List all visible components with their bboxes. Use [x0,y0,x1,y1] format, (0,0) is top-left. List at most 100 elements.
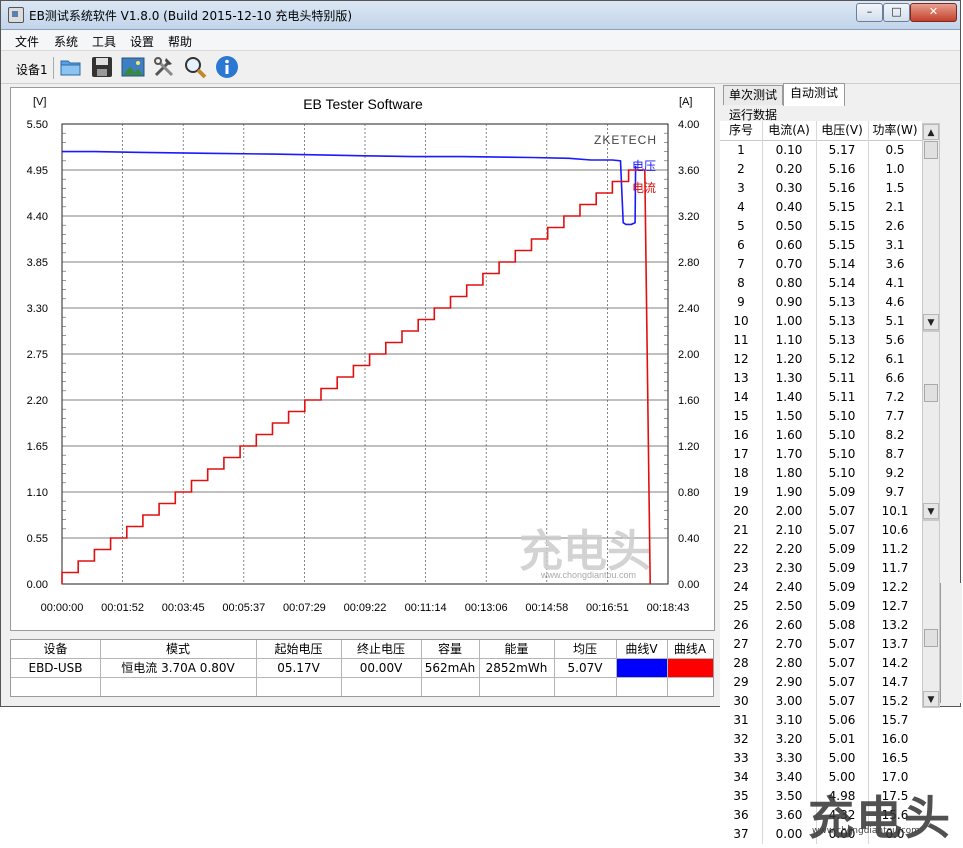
menu-system[interactable]: 系统 [54,33,78,50]
row-power: 16.0 [881,732,909,746]
table-row[interactable]: 17 1.70 5.10 8.7 [720,445,922,464]
chart-title: EB Tester Software [303,96,423,112]
row-voltage: 5.09 [828,542,856,556]
scroll-down-icon[interactable]: ▼ [923,314,939,330]
summary-value: 2852mWh [485,661,548,675]
tools-icon[interactable] [152,55,176,79]
table-row[interactable]: 22 2.20 5.09 11.2 [720,540,922,559]
save-icon[interactable] [90,55,114,79]
table-row[interactable]: 3 0.30 5.16 1.5 [720,179,922,198]
scroll-thumb[interactable] [924,384,938,402]
table-row[interactable]: 11 1.10 5.13 5.6 [720,331,922,350]
curve-a-swatch[interactable] [668,659,713,677]
close-button[interactable]: ✕ [910,3,957,22]
menu-help[interactable]: 帮助 [168,33,192,50]
chart-panel: 5.50 4.95 4.40 3.85 3.30 2.75 2.20 1.65 1.10 0.55… [10,87,715,631]
table-row[interactable]: 13 1.30 5.11 6.6 [720,369,922,388]
table-row[interactable]: 9 0.90 5.13 4.6 [720,293,922,312]
restore-button[interactable]: □ [883,3,910,22]
scroll-thumb[interactable] [924,629,938,647]
tab-auto-test[interactable]: 自动测试 [783,83,845,106]
table-row[interactable]: 16 1.60 5.10 8.2 [720,426,922,445]
col-power[interactable]: 功率(W) [868,121,922,140]
table-row[interactable]: 25 2.50 5.09 12.7 [720,597,922,616]
table-row[interactable]: 23 2.30 5.09 11.7 [720,559,922,578]
scroll-up-icon[interactable]: ▲ [923,124,939,140]
table-row[interactable]: 29 2.90 5.07 14.7 [720,673,922,692]
row-power: 0.5 [885,143,905,157]
row-power: 4.6 [885,295,905,309]
scrollbar-1[interactable]: ▲ ▼ [922,123,940,331]
menu-settings[interactable]: 设置 [130,33,154,50]
table-row[interactable]: 1 0.10 5.17 0.5 [720,141,922,160]
table-row[interactable]: 19 1.90 5.09 9.7 [720,483,922,502]
row-index: 9 [737,295,745,309]
curve-v-swatch[interactable] [617,659,667,677]
table-row[interactable]: 15 1.50 5.10 7.7 [720,407,922,426]
search-icon[interactable] [183,55,207,79]
table-row[interactable]: 27 2.70 5.07 13.7 [720,635,922,654]
table-row[interactable]: 4 0.40 5.15 2.1 [720,198,922,217]
y-left-tick-label: 4.40 [27,211,48,223]
scrollbar-2[interactable]: ▼ [922,331,940,520]
row-voltage: 5.09 [828,485,856,499]
row-power: 10.1 [881,504,909,518]
scrollbar-3[interactable]: ▼ [922,520,940,708]
table-row[interactable]: 5 0.50 5.15 2.6 [720,217,922,236]
table-row[interactable]: 10 1.00 5.13 5.1 [720,312,922,331]
row-index: 23 [733,561,749,575]
row-power: 9.7 [885,485,905,499]
table-row[interactable]: 7 0.70 5.14 3.6 [720,255,922,274]
row-index: 16 [733,428,749,442]
table-row[interactable]: 20 2.00 5.07 10.1 [720,502,922,521]
info-icon[interactable] [215,55,239,79]
table-row[interactable]: 32 3.20 5.01 16.0 [720,730,922,749]
row-voltage: 5.07 [828,656,856,670]
menu-file[interactable]: 文件 [15,33,39,50]
table-row[interactable]: 24 2.40 5.09 12.2 [720,578,922,597]
row-voltage: 5.10 [828,428,856,442]
row-current: 1.50 [775,409,803,423]
table-row[interactable]: 21 2.10 5.07 10.6 [720,521,922,540]
app-icon [8,7,24,23]
table-row[interactable]: 14 1.40 5.11 7.2 [720,388,922,407]
col-voltage[interactable]: 电压(V) [816,121,868,140]
table-row[interactable]: 18 1.80 5.10 9.2 [720,464,922,483]
table-row[interactable]: 8 0.80 5.14 4.1 [720,274,922,293]
row-voltage: 5.11 [828,371,856,385]
scroll-down-icon[interactable]: ▼ [923,503,939,519]
summary-table: 设备 模式 起始电压 终止电压 容量 能量 均压 曲线V 曲线A EBD-USB 恒电流 3.70A… [10,639,714,697]
y-right-tick-label: 1.20 [678,441,699,453]
open-folder-icon[interactable] [59,55,83,79]
row-power: 9.2 [885,466,905,480]
scroll-thumb[interactable] [924,141,938,159]
row-current: 2.90 [775,675,803,689]
table-row[interactable]: 28 2.80 5.07 14.2 [720,654,922,673]
row-voltage: 5.08 [828,618,856,632]
scroll-down-icon[interactable]: ▼ [923,691,939,707]
title-bar[interactable]: EB测试系统软件 V1.8.0 (Build 2015-12-10 充电头特别版… [1,1,960,30]
x-tick-label: 00:07:29 [283,602,326,614]
table-row[interactable]: 26 2.60 5.08 13.2 [720,616,922,635]
row-current: 0.70 [775,257,803,271]
y-left-unit: [V] [33,96,46,108]
table-row[interactable]: 30 3.00 5.07 15.2 [720,692,922,711]
device-selector[interactable]: 设备1 [16,61,48,78]
table-row[interactable]: 33 3.30 5.00 16.5 [720,749,922,768]
picture-icon[interactable] [121,55,145,79]
tab-single-test[interactable]: 单次测试 [723,85,783,105]
table-row[interactable]: 12 1.20 5.12 6.1 [720,350,922,369]
row-current: 0.30 [775,181,803,195]
menu-tools[interactable]: 工具 [92,33,116,50]
col-index[interactable]: 序号 [720,121,762,140]
row-voltage: 5.10 [828,447,856,461]
table-row[interactable]: 6 0.60 5.15 3.1 [720,236,922,255]
col-current[interactable]: 电流(A) [762,121,816,140]
table-row[interactable]: 31 3.10 5.06 15.7 [720,711,922,730]
table-row[interactable]: 2 0.20 5.16 1.0 [720,160,922,179]
x-tick-label: 00:00:00 [41,602,84,614]
row-voltage: 5.09 [828,580,856,594]
y-right-tick-label: 2.00 [678,349,699,361]
row-index: 12 [733,352,749,366]
minimize-button[interactable]: – [856,3,883,22]
